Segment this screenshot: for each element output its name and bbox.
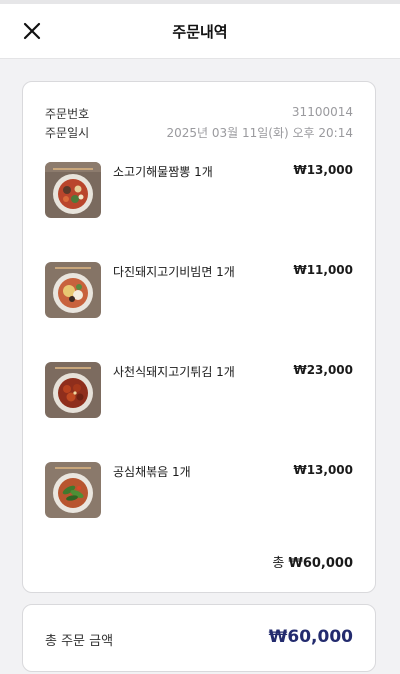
item-name: 소고기해물짬뽕 1개 xyxy=(113,165,213,179)
food-image xyxy=(45,462,101,518)
order-item: 공심채볶음 1개 ₩13,000 xyxy=(45,462,353,518)
order-subtotal: 총 ₩60,000 xyxy=(272,552,353,571)
total-label: 총 주문 금액 xyxy=(45,634,114,649)
total-amount-card: 총 주문 금액 ₩60,000 xyxy=(22,604,376,672)
order-number-row: 주문번호 31100014 xyxy=(45,105,353,121)
item-price: ₩13,000 xyxy=(293,463,353,477)
item-price: ₩11,000 xyxy=(293,263,353,277)
page-title: 주문내역 xyxy=(172,23,228,41)
order-item: 소고기해물짬뽕 1개 ₩13,000 xyxy=(45,162,353,218)
subtotal-amount: ₩60,000 xyxy=(288,556,353,571)
item-name: 사천식돼지고기튀김 1개 xyxy=(113,365,235,379)
order-date-value: 2025년 03월 11일(화) 오후 20:14 xyxy=(166,126,353,140)
food-image xyxy=(45,362,101,418)
order-number-label: 주문번호 xyxy=(45,107,90,121)
subtotal-prefix: 총 xyxy=(272,556,285,571)
app-header: 주문내역 xyxy=(0,4,400,59)
order-date-row: 주문일시 2025년 03월 11일(화) 오후 20:14 xyxy=(45,124,353,140)
order-number-value: 31100014 xyxy=(291,105,353,119)
order-date-label: 주문일시 xyxy=(45,126,90,140)
item-name: 공심채볶음 1개 xyxy=(113,465,191,479)
food-image xyxy=(45,162,101,218)
order-item: 다진돼지고기비빔면 1개 ₩11,000 xyxy=(45,262,353,318)
food-image xyxy=(45,262,101,318)
item-price: ₩13,000 xyxy=(293,163,353,177)
order-item: 사천식돼지고기튀김 1개 ₩23,000 xyxy=(45,362,353,418)
order-detail-card: 주문번호 31100014 주문일시 2025년 03월 11일(화) 오후 2… xyxy=(22,81,376,593)
total-amount: ₩60,000 xyxy=(268,627,353,647)
item-name: 다진돼지고기비빔면 1개 xyxy=(113,265,235,279)
item-price: ₩23,000 xyxy=(293,363,353,377)
